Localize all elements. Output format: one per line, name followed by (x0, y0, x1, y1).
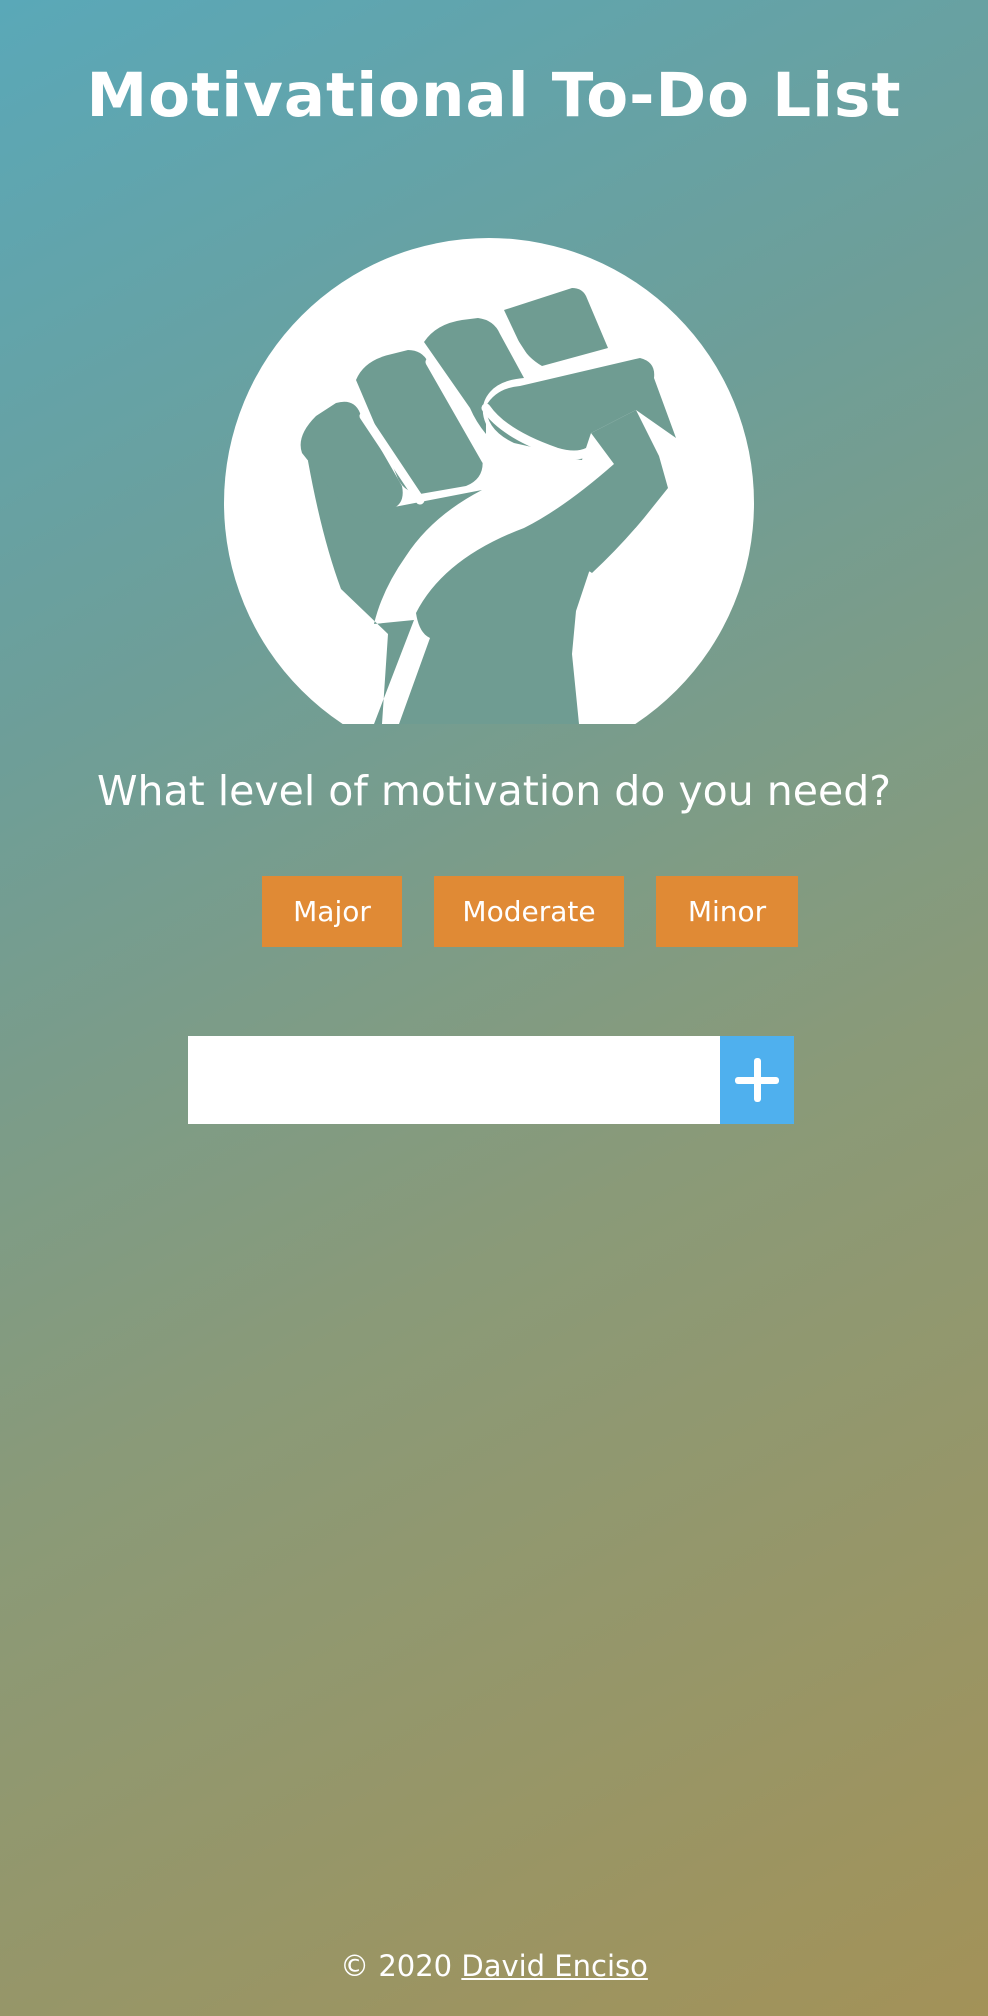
plus-icon (735, 1058, 779, 1102)
hero-image (224, 238, 754, 724)
todo-form (188, 1036, 794, 1124)
minor-button[interactable]: Minor (656, 876, 798, 947)
moderate-button[interactable]: Moderate (434, 876, 624, 947)
copyright-text: © 2020 (340, 1949, 462, 1983)
raised-fist-icon (224, 238, 754, 724)
major-button[interactable]: Major (262, 876, 402, 947)
add-task-button[interactable] (720, 1036, 794, 1124)
motivation-question: What level of motivation do you need? (96, 767, 891, 815)
footer: © 2020 David Enciso (0, 1944, 988, 1988)
author-link[interactable]: David Enciso (461, 1949, 648, 1983)
page-title: Motivational To-Do List (86, 60, 902, 131)
todo-input[interactable] (188, 1036, 720, 1124)
